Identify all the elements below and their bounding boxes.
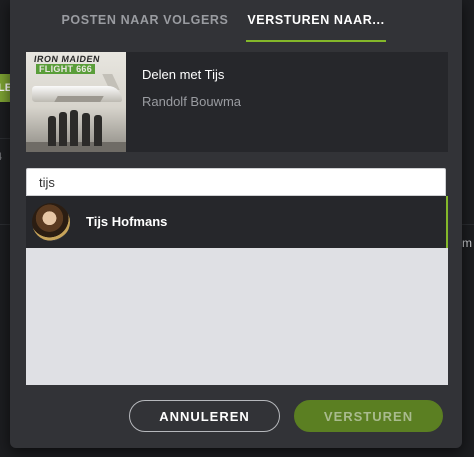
share-dialog: POSTEN NAAR VOLGERS VERSTUREN NAAR... IR… <box>10 0 462 448</box>
band-member <box>59 112 67 146</box>
tab-post-to-followers[interactable]: POSTEN NAAR VOLGERS <box>52 0 238 40</box>
share-item-card: IRON MAIDEN FLIGHT 666 Delen met Tijs Ra… <box>26 52 448 152</box>
album-cover: IRON MAIDEN FLIGHT 666 <box>26 52 126 152</box>
user-avatar-icon <box>32 203 70 241</box>
recipient-search-input[interactable] <box>26 168 446 196</box>
band-member <box>48 116 56 146</box>
share-tabs: POSTEN NAAR VOLGERS VERSTUREN NAAR... <box>10 0 462 42</box>
album-title-logo: FLIGHT 666 <box>36 64 96 74</box>
result-user-name: Tijs Hofmans <box>86 214 168 229</box>
share-subtitle: Randolf Bouwma <box>142 94 241 109</box>
band-member <box>70 110 78 146</box>
plane-wing <box>54 96 104 102</box>
tab-send-to[interactable]: VERSTUREN NAAR... <box>246 0 386 42</box>
album-band-logo: IRON MAIDEN <box>33 54 101 64</box>
search-results-list: Tijs Hofmans <box>26 196 448 385</box>
band-member <box>94 115 102 146</box>
background-divider <box>0 138 10 139</box>
send-button[interactable]: VERSTUREN <box>294 400 443 432</box>
background-text-fragment: 4 n <box>0 150 10 166</box>
cancel-button[interactable]: ANNULEREN <box>129 400 280 432</box>
band-member <box>82 113 90 146</box>
search-result-item[interactable]: Tijs Hofmans <box>26 196 448 248</box>
background-divider <box>462 224 474 225</box>
share-title: Delen met Tijs <box>142 67 225 82</box>
background-divider <box>0 224 10 225</box>
